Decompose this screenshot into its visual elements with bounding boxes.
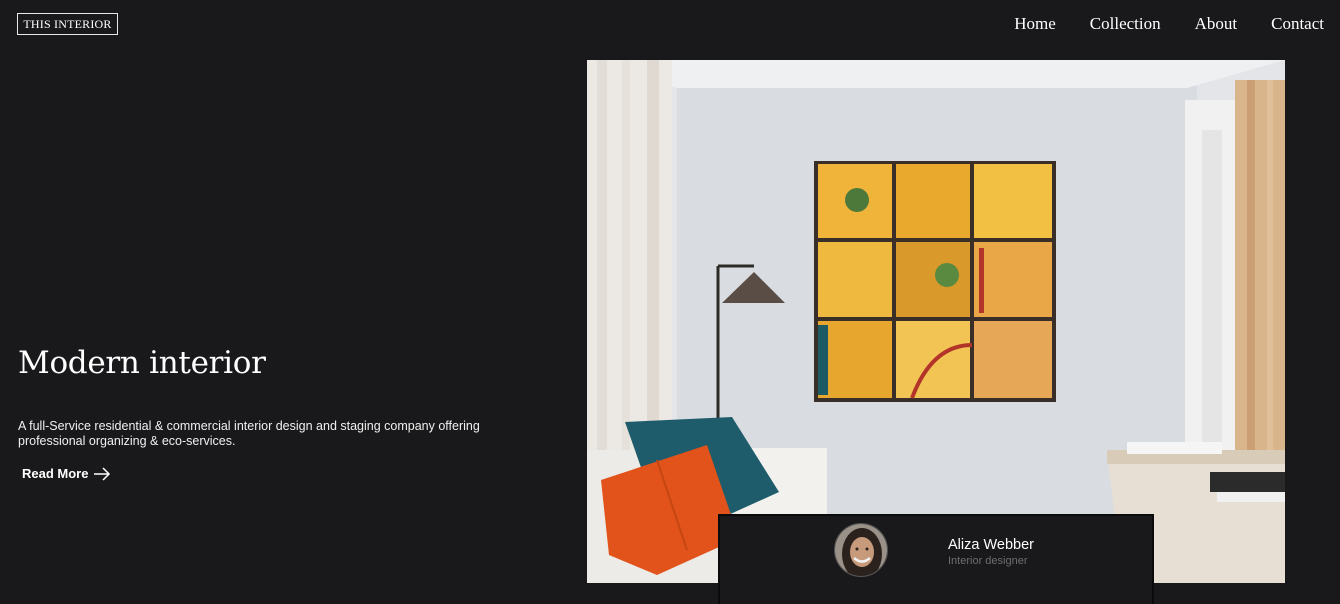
read-more-label: Read More bbox=[22, 466, 89, 481]
profile-name: Aliza Webber bbox=[948, 537, 1034, 553]
nav-collection-link[interactable]: Collection bbox=[1090, 14, 1161, 34]
arrow-right-icon bbox=[94, 466, 111, 481]
nav-contact-link[interactable]: Contact bbox=[1271, 14, 1324, 34]
read-more-button[interactable]: Read More bbox=[22, 466, 111, 481]
nav-about-link[interactable]: About bbox=[1195, 14, 1238, 34]
hero-description: A full-Service residential & commercial … bbox=[18, 419, 480, 448]
avatar bbox=[834, 523, 888, 577]
main-nav: Home Collection About Contact bbox=[980, 14, 1324, 34]
hero-title: Modern interior bbox=[18, 345, 266, 381]
site-logo[interactable]: THIS INTERIOR bbox=[17, 13, 118, 35]
profile-card: Aliza Webber Interior designer bbox=[718, 514, 1154, 604]
nav-home-link[interactable]: Home bbox=[1014, 14, 1056, 34]
profile-role: Interior designer bbox=[948, 555, 1028, 567]
hero-interior-photo bbox=[587, 60, 1285, 583]
